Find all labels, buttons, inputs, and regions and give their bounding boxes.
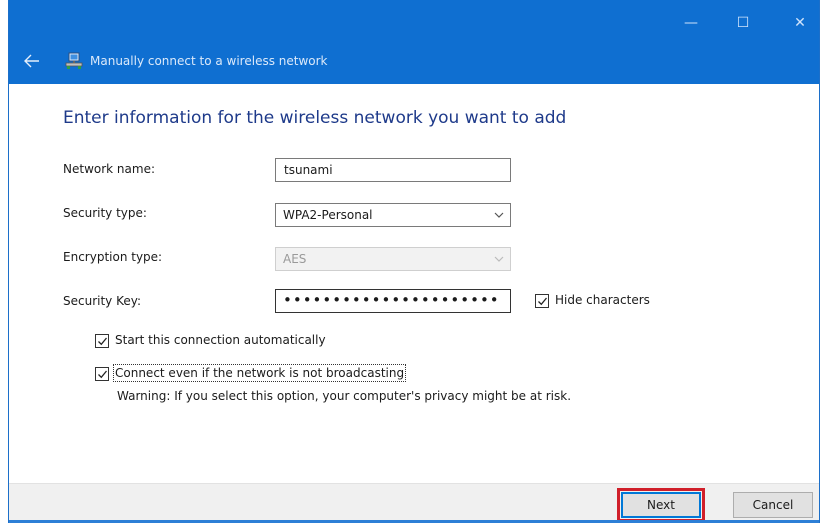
hide-characters-checkbox[interactable]: [535, 294, 549, 308]
hide-characters-label[interactable]: Hide characters: [555, 293, 650, 307]
back-arrow-icon[interactable]: [21, 50, 43, 72]
privacy-warning: Warning: If you select this option, your…: [117, 389, 572, 403]
chevron-down-icon: [494, 249, 504, 278]
start-automatically-label[interactable]: Start this connection automatically: [115, 333, 326, 347]
network-name-label: Network name:: [63, 162, 155, 176]
encryption-type-label: Encryption type:: [63, 250, 163, 264]
page-heading: Enter information for the wireless netwo…: [63, 108, 567, 128]
network-name-input[interactable]: tsunami: [275, 158, 511, 182]
encryption-type-select: AES: [275, 247, 511, 271]
connect-not-broadcasting-label[interactable]: Connect even if the network is not broad…: [112, 364, 407, 382]
close-button[interactable]: ✕: [780, 8, 820, 38]
connect-not-broadcasting-checkbox[interactable]: [95, 367, 109, 381]
start-automatically-checkbox[interactable]: [95, 334, 109, 348]
security-key-label: Security Key:: [63, 294, 142, 308]
security-key-input[interactable]: ••••••••••••••••••••••: [275, 289, 511, 313]
next-button[interactable]: Next: [617, 488, 705, 522]
chevron-down-icon: [494, 205, 504, 234]
network-connection-icon: [64, 52, 84, 70]
title-bar: — ☐ ✕ Manually connect to a wireless net…: [9, 0, 819, 84]
dialog-footer: Next Cancel: [9, 483, 819, 523]
maximize-button[interactable]: ☐: [723, 8, 763, 38]
cancel-button[interactable]: Cancel: [733, 492, 813, 518]
dialog-content: Enter information for the wireless netwo…: [9, 84, 819, 483]
window-title: Manually connect to a wireless network: [90, 54, 328, 68]
security-type-value: WPA2-Personal: [283, 208, 373, 222]
dialog-window: — ☐ ✕ Manually connect to a wireless net…: [8, 0, 820, 523]
security-type-select[interactable]: WPA2-Personal: [275, 203, 511, 227]
security-type-label: Security type:: [63, 206, 147, 220]
minimize-button[interactable]: —: [671, 8, 711, 38]
encryption-type-value: AES: [283, 252, 307, 266]
